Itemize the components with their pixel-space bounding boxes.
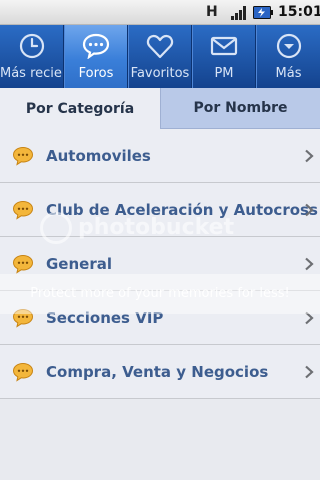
tab-label: PM [214,66,234,81]
status-time: 15:01 [278,4,320,20]
forum-label: Club de Aceleración y Autocross [46,201,318,219]
tab-label: Favoritos [130,66,190,81]
forum-list: Automoviles Club de Aceleración y Autocr… [0,129,320,399]
tab-label: Foros [78,66,114,81]
tab-private-messages[interactable]: PM [192,25,256,88]
speech-bubble-icon [12,308,34,328]
speech-bubble-icon [12,254,34,274]
chevron-right-icon [305,203,314,217]
forum-label: Compra, Venta y Negocios [46,363,269,381]
forum-item-club[interactable]: Club de Aceleración y Autocross [0,183,320,237]
forum-label: Secciones VIP [46,309,164,327]
envelope-icon [210,36,238,56]
chevron-right-icon [305,149,314,163]
sort-segmented-control: Por Categoría Por Nombre [0,88,320,129]
chevron-right-icon [305,365,314,379]
speech-bubble-icon [12,146,34,166]
clock-icon [19,33,44,59]
segment-by-category[interactable]: Por Categoría [0,88,160,129]
tab-most-recent[interactable]: Más reciente [0,25,64,88]
tab-favorites[interactable]: Favoritos [128,25,192,88]
chat-bubble-icon [82,33,110,59]
tab-label: Más [275,66,302,81]
speech-bubble-icon [12,362,34,382]
forum-label: Automoviles [46,147,151,165]
chevron-right-icon [305,311,314,325]
tab-forums[interactable]: Foros [64,25,128,88]
forum-item-vip[interactable]: Secciones VIP [0,291,320,345]
tab-more[interactable]: Más [256,25,320,88]
forum-item-automoviles[interactable]: Automoviles [0,129,320,183]
speech-bubble-icon [12,200,34,220]
chevron-down-circle-icon [276,33,301,59]
signal-strength-icon [231,6,246,20]
network-type: H [206,4,218,20]
main-tab-bar: Más reciente Foros Favoritos PM Más [0,25,320,88]
segment-by-name[interactable]: Por Nombre [160,88,320,129]
forum-item-general[interactable]: General [0,237,320,291]
chevron-right-icon [305,257,314,271]
battery-charging-icon [253,6,273,19]
tab-label: Más reciente [0,66,63,81]
forum-label: General [46,255,112,273]
forum-item-marketplace[interactable]: Compra, Venta y Negocios [0,345,320,399]
status-bar: H 15:01 [0,0,320,25]
heart-icon [146,34,174,59]
